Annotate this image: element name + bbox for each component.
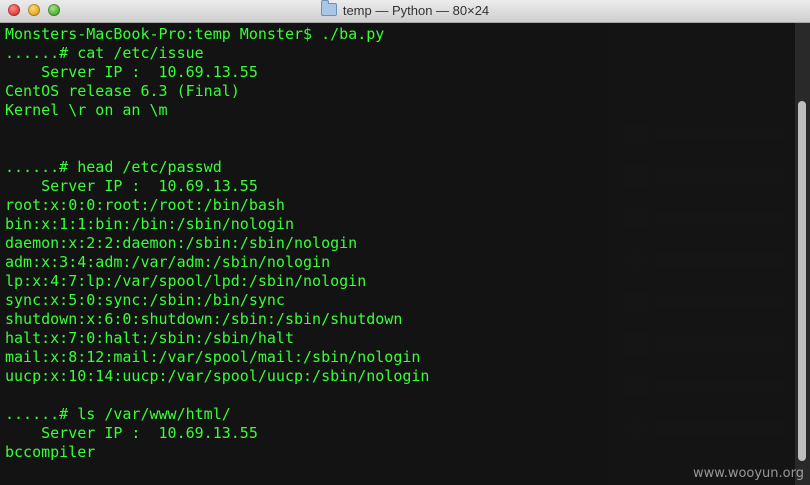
terminal-line: Server IP : 10.69.13.55 xyxy=(5,177,258,195)
terminal-line: Monsters-MacBook-Pro:temp Monster$ ./ba.… xyxy=(5,25,385,43)
terminal-line: halt:x:7:0:halt:/sbin:/sbin/halt xyxy=(5,329,294,347)
terminal-lines: Monsters-MacBook-Pro:temp Monster$ ./ba.… xyxy=(5,25,429,462)
terminal-line: ......# cat /etc/issue xyxy=(5,44,204,62)
terminal-line: bin:x:1:1:bin:/bin:/sbin/nologin xyxy=(5,215,294,233)
terminal-line: daemon:x:2:2:daemon:/sbin:/sbin/nologin xyxy=(5,234,358,252)
terminal-line: lp:x:4:7:lp:/var/spool/lpd:/sbin/nologin xyxy=(5,272,367,290)
terminal-line: ......# ls /var/www/html/ xyxy=(5,405,231,423)
terminal-output[interactable]: Monsters-MacBook-Pro:temp Monster$ ./ba.… xyxy=(0,23,795,485)
terminal-line: uucp:x:10:14:uucp:/var/spool/uucp:/sbin/… xyxy=(5,367,430,385)
terminal-line: Server IP : 10.69.13.55 xyxy=(5,424,258,442)
terminal-line: sync:x:5:0:sync:/sbin:/bin/sync xyxy=(5,291,285,309)
terminal-line: shutdown:x:6:0:shutdown:/sbin:/sbin/shut… xyxy=(5,310,403,328)
terminal-line: CentOS release 6.3 (Final) xyxy=(5,82,240,100)
window-title: temp — Python — 80×24 xyxy=(342,3,490,18)
scrollbar-thumb[interactable] xyxy=(798,101,806,461)
window-title-area: temp — Python — 80×24 xyxy=(0,0,810,18)
terminal-line: Server IP : 10.69.13.55 xyxy=(5,63,258,81)
terminal-line: adm:x:3:4:adm:/var/adm:/sbin/nologin xyxy=(5,253,331,271)
terminal-line: mail:x:8:12:mail:/var/spool/mail:/sbin/n… xyxy=(5,348,421,366)
terminal-line: ......# head /etc/passwd xyxy=(5,158,222,176)
folder-icon xyxy=(320,0,337,16)
terminal-line: bccompiler xyxy=(5,443,96,461)
terminal-line: root:x:0:0:root:/root:/bin/bash xyxy=(5,196,285,214)
terminal-window: temp — Python — 80×24 Monsters-MacBook-P… xyxy=(0,0,810,485)
vertical-scrollbar[interactable] xyxy=(795,23,810,485)
title-bar[interactable]: temp — Python — 80×24 xyxy=(0,0,810,23)
watermark: www.wooyun.org xyxy=(692,466,804,481)
terminal-line: Kernel \r on an \m xyxy=(5,101,168,119)
